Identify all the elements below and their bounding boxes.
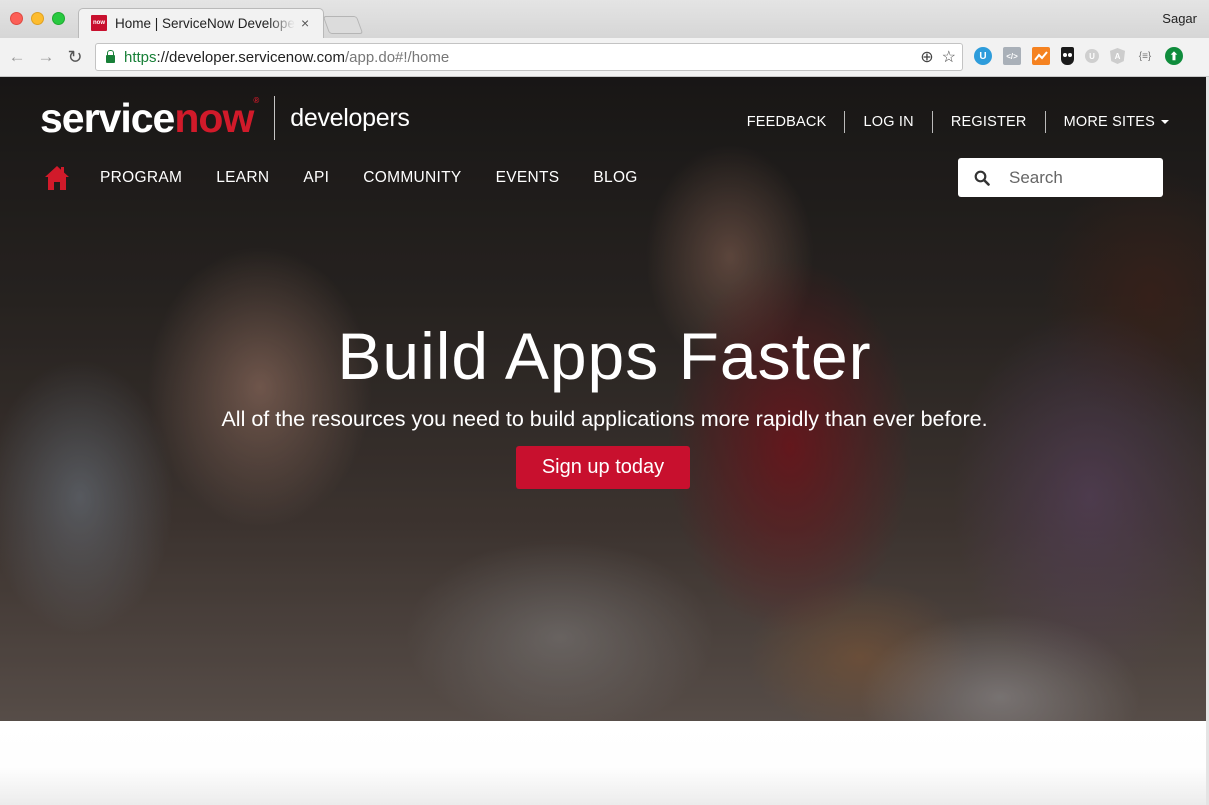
log-in-link[interactable]: LOG IN [863, 114, 913, 130]
owl-extension-icon[interactable] [1061, 47, 1074, 65]
url-text[interactable]: https://developer.servicenow.com/app.do#… [124, 49, 449, 66]
address-bar[interactable]: https://developer.servicenow.com/app.do#… [95, 43, 963, 71]
analytics-extension-icon[interactable] [1032, 47, 1050, 65]
angular-extension-icon[interactable]: A [1110, 48, 1125, 64]
browser-toolbar: ← → ↻ https://developer.servicenow.com/a… [0, 38, 1209, 77]
lock-icon [106, 50, 115, 63]
main-nav: PROGRAM LEARN API COMMUNITY EVENTS BLOG [44, 165, 672, 191]
nav-api[interactable]: API [303, 169, 329, 187]
divider [1044, 111, 1046, 133]
extension-icons: U </> U A {≡} ⬆ [974, 47, 1183, 65]
hero-title: Build Apps Faster [337, 319, 872, 393]
url-path: /app.do#!/home [344, 48, 450, 66]
nav-blog[interactable]: BLOG [593, 169, 637, 187]
browser-titlebar: now Home | ServiceNow Developers × Sagar [0, 0, 1209, 39]
tab-title: Home | ServiceNow Developers [115, 15, 295, 31]
logo-registered-mark: ® [253, 95, 259, 105]
new-tab-button[interactable] [322, 16, 364, 34]
more-sites-dropdown[interactable]: MORE SITES [1064, 113, 1169, 131]
u-grey-extension-icon[interactable]: U [1085, 49, 1099, 63]
nav-community[interactable]: COMMUNITY [363, 169, 461, 187]
bookmark-star-icon[interactable]: ☆ [942, 47, 956, 67]
url-host: developer.servicenow.com [169, 48, 345, 66]
profile-name[interactable]: Sagar [1162, 11, 1197, 26]
close-window-button[interactable] [10, 12, 23, 25]
more-sites-label: MORE SITES [1063, 114, 1155, 130]
brand[interactable]: servicenow® developers [40, 96, 410, 140]
tab-close-icon[interactable]: × [301, 15, 309, 31]
hero-subtitle: All of the resources you need to build a… [221, 407, 988, 431]
servicenow-logo[interactable]: servicenow® [40, 94, 259, 141]
hero-section: servicenow® developers FEEDBACK LOG IN R… [0, 77, 1209, 721]
servicenow-favicon-icon: now [91, 15, 107, 31]
browser-tab-active[interactable]: now Home | ServiceNow Developers × [78, 8, 324, 39]
brand-divider [274, 96, 276, 140]
back-arrow-icon[interactable]: ← [7, 47, 27, 67]
home-icon[interactable] [44, 165, 70, 191]
u-extension-icon[interactable]: U [974, 47, 992, 65]
utility-nav: FEEDBACK LOG IN REGISTER MORE SITES [747, 111, 1169, 133]
code-extension-icon[interactable]: </> [1003, 47, 1021, 65]
json-extension-icon[interactable]: {≡} [1136, 47, 1154, 65]
logo-part-service: service [40, 94, 175, 141]
brand-subtitle: developers [290, 103, 410, 132]
url-separator: :// [156, 48, 170, 66]
feedback-link[interactable]: FEEDBACK [747, 114, 827, 130]
sign-up-button[interactable]: Sign up today [516, 446, 690, 489]
upload-extension-icon[interactable]: ⬆ [1165, 47, 1183, 65]
reload-icon[interactable]: ↻ [65, 47, 85, 68]
caret-down-icon [1161, 119, 1169, 124]
url-scheme: https [124, 48, 157, 66]
search-input[interactable] [1009, 167, 1149, 188]
nav-learn[interactable]: LEARN [216, 169, 269, 187]
zoom-icon[interactable]: ⊕ [920, 47, 933, 67]
logo-part-now: now [174, 94, 254, 141]
minimize-window-button[interactable] [31, 12, 44, 25]
nav-program[interactable]: PROGRAM [100, 169, 182, 187]
forward-arrow-icon[interactable]: → [36, 47, 56, 67]
register-link[interactable]: REGISTER [951, 114, 1027, 130]
search-box[interactable] [958, 158, 1163, 197]
divider [931, 111, 933, 133]
maximize-window-button[interactable] [52, 12, 65, 25]
nav-events[interactable]: EVENTS [496, 169, 560, 187]
divider [844, 111, 846, 133]
search-icon[interactable] [974, 170, 990, 186]
content-below-hero [0, 721, 1209, 805]
